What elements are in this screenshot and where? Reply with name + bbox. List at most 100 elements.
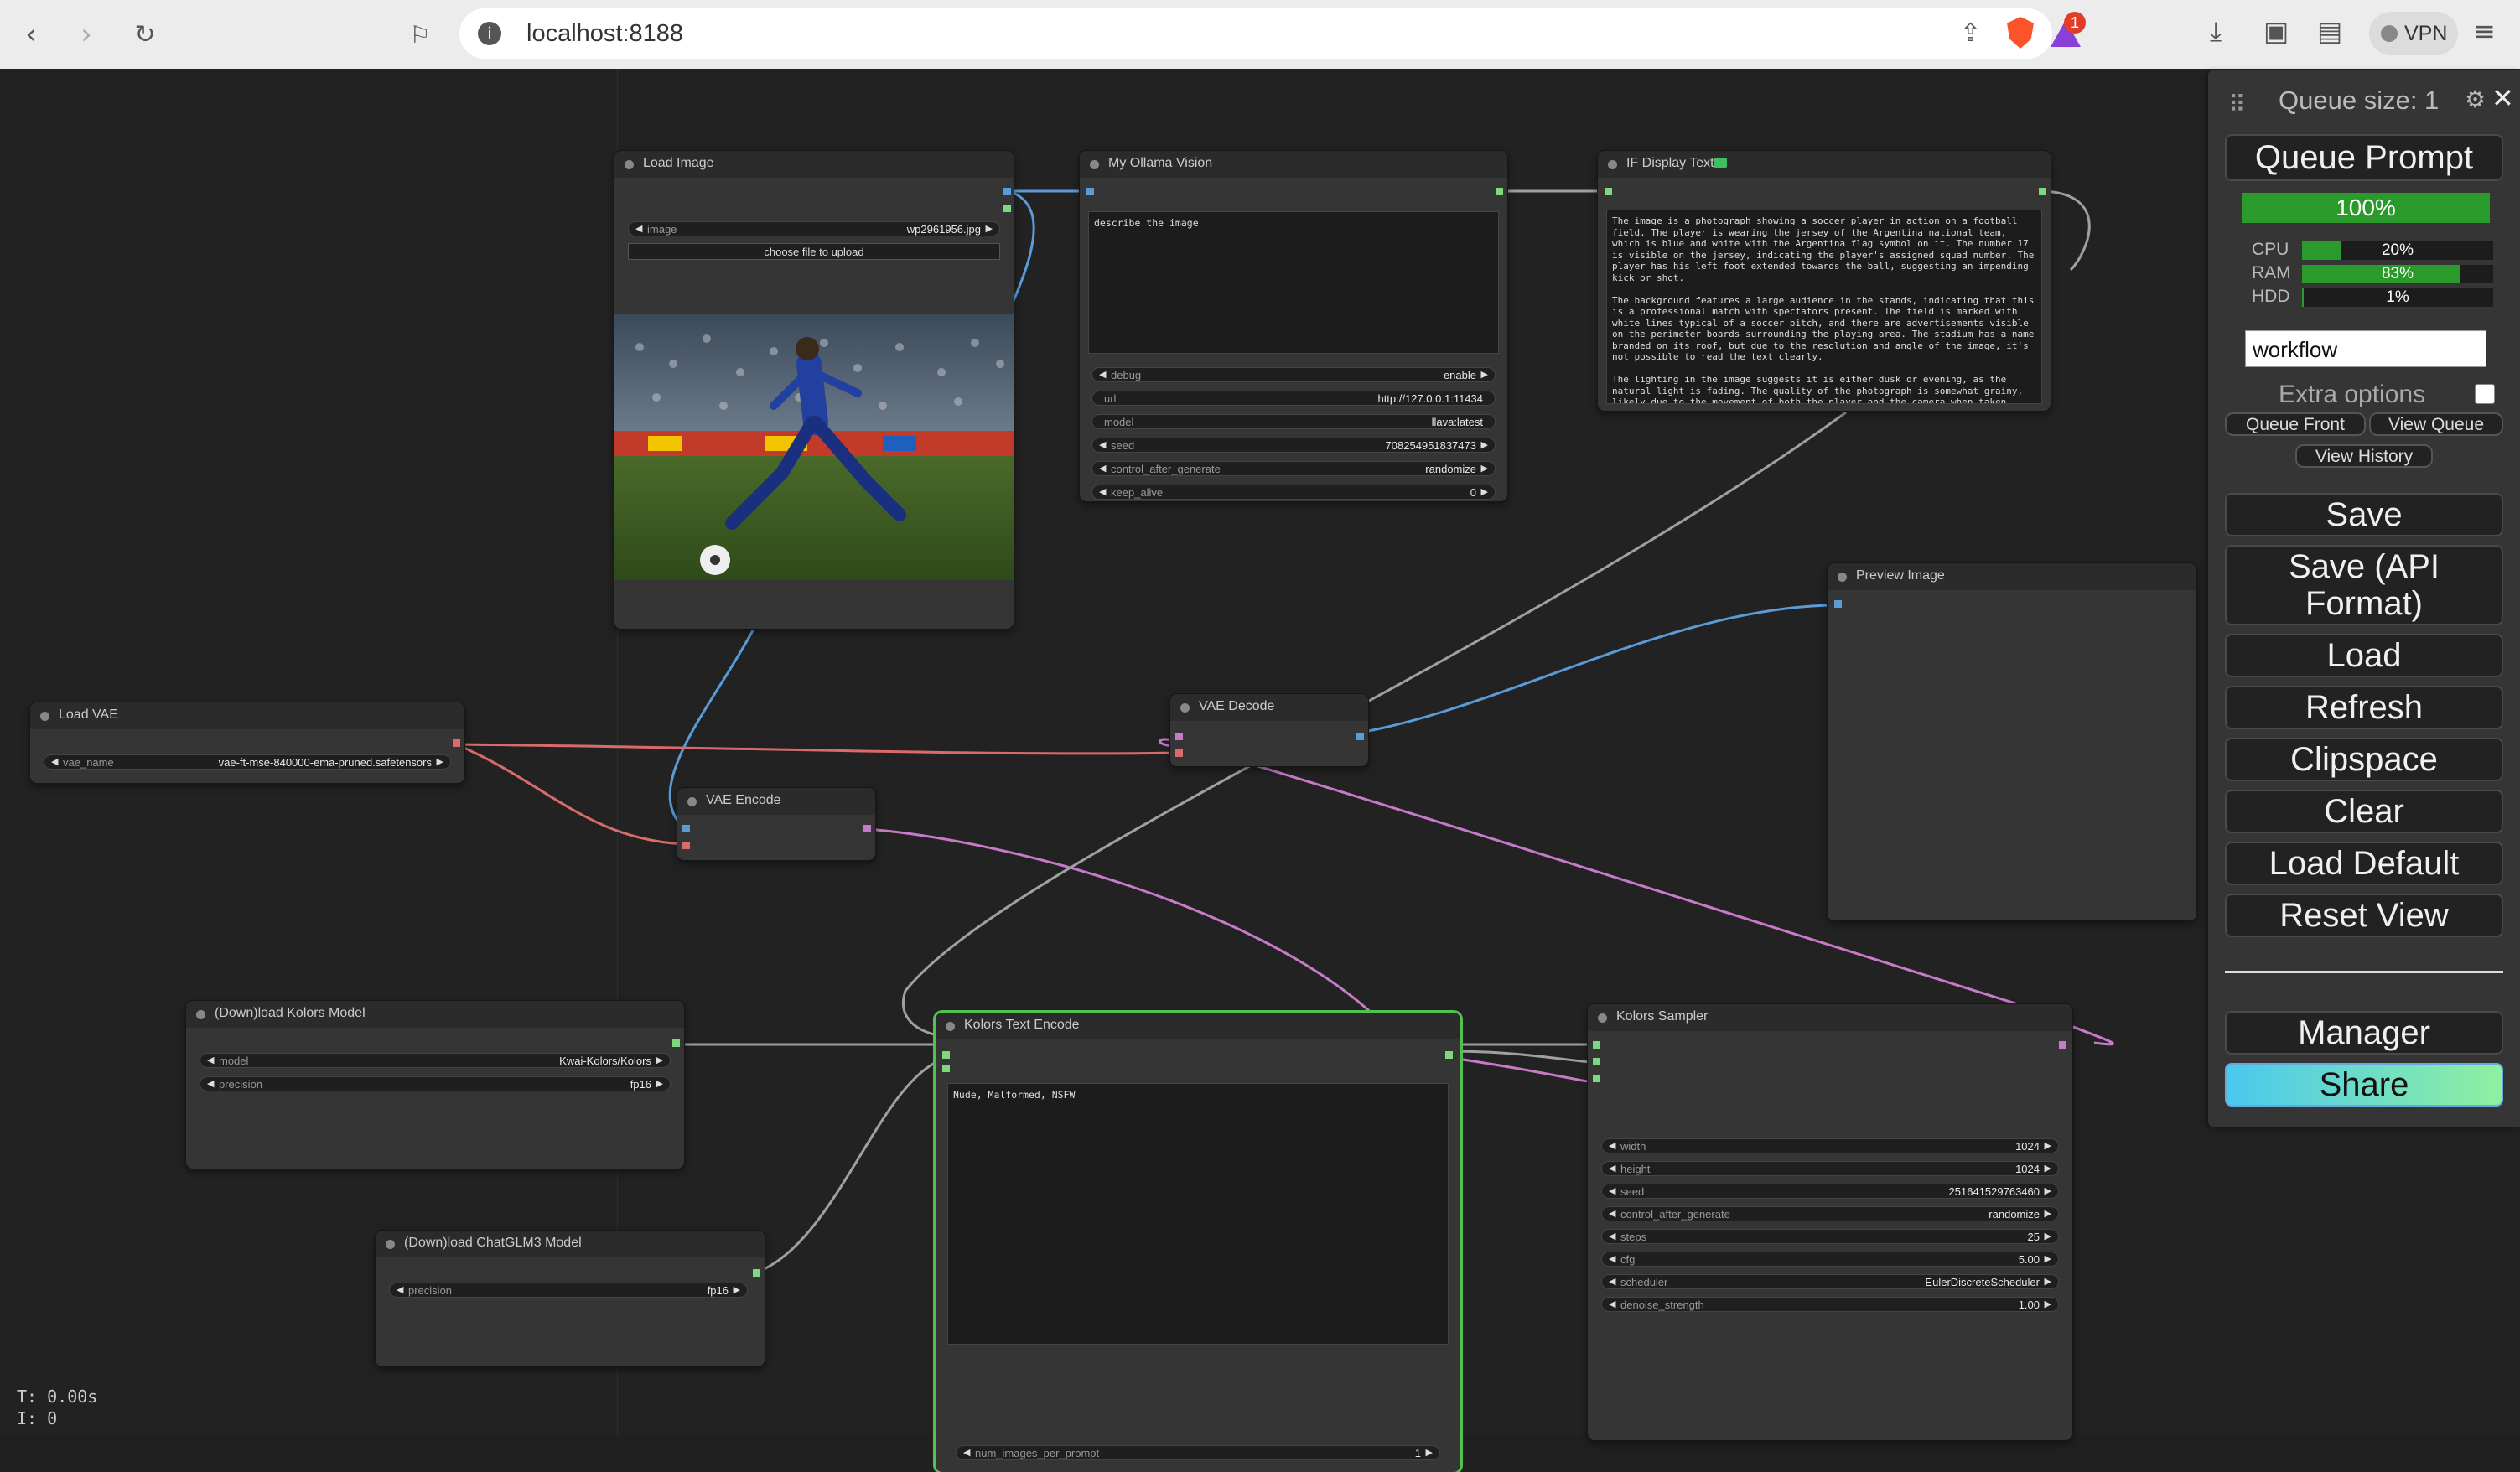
- node-kolors-sampler[interactable]: Kolors Sampler ◀ width 1024 ▶ ◀ height 1024 ▶ ◀ s…: [1588, 1004, 2072, 1440]
- node-title-bar[interactable]: Kolors Sampler: [1588, 1004, 2072, 1031]
- forward-icon[interactable]: ›: [67, 15, 106, 54]
- vpn-button[interactable]: VPN: [2369, 12, 2458, 55]
- gear-icon[interactable]: ⚙: [2465, 86, 2486, 113]
- info-icon[interactable]: i: [478, 22, 501, 45]
- node-title-bar[interactable]: Preview Image: [1828, 563, 2196, 590]
- node-display-text[interactable]: IF Display Text The image is a photograp…: [1598, 151, 2051, 411]
- refresh-button[interactable]: Refresh: [2225, 686, 2503, 729]
- node-title-bar[interactable]: My Ollama Vision: [1080, 151, 1507, 178]
- widget-5[interactable]: ◀ keep_alive 0 ▶: [1091, 485, 1496, 500]
- node-load-image[interactable]: Load Image ◀ image wp2961956.jpg ▶ choos…: [614, 151, 1014, 629]
- decrement-arrow-icon[interactable]: ◀: [1609, 1253, 1615, 1264]
- output-slot-embeds[interactable]: [1445, 1051, 1453, 1059]
- url-text[interactable]: localhost:8188: [526, 20, 683, 48]
- increment-arrow-icon[interactable]: ▶: [2045, 1253, 2051, 1264]
- node-title-bar[interactable]: VAE Decode: [1170, 694, 1368, 721]
- widget-3[interactable]: ◀ control_after_generate randomize ▶: [1601, 1206, 2059, 1221]
- widget-5[interactable]: ◀ cfg 5.00 ▶: [1601, 1252, 2059, 1267]
- decrement-arrow-icon[interactable]: ◀: [1609, 1163, 1615, 1174]
- clipspace-button[interactable]: Clipspace: [2225, 738, 2503, 781]
- increment-arrow-icon[interactable]: ▶: [1426, 1447, 1433, 1458]
- node-kolors-model[interactable]: (Down)load Kolors Model ◀ model Kwai-Kolor…: [186, 1001, 684, 1169]
- manager-button[interactable]: Manager: [2225, 1011, 2503, 1055]
- graph-canvas[interactable]: Load Image ◀ image wp2961956.jpg ▶ choos…: [0, 69, 2520, 1472]
- display-textarea[interactable]: The image is a photograph showing a socc…: [1606, 210, 2042, 404]
- input-slot-chatglm3-model[interactable]: [942, 1051, 950, 1059]
- increment-arrow-icon[interactable]: ▶: [1481, 486, 1488, 497]
- save-button[interactable]: Save: [2225, 493, 2503, 536]
- decrement-arrow-icon[interactable]: ◀: [1609, 1185, 1615, 1196]
- node-collapse-dot[interactable]: [40, 712, 49, 721]
- widget-precision[interactable]: ◀ precision fp16 ▶: [389, 1283, 748, 1298]
- increment-arrow-icon[interactable]: ▶: [2045, 1140, 2051, 1151]
- increment-arrow-icon[interactable]: ▶: [1481, 463, 1488, 474]
- decrement-arrow-icon[interactable]: ◀: [1609, 1276, 1615, 1287]
- increment-arrow-icon[interactable]: ▶: [1481, 439, 1488, 450]
- decrement-arrow-icon[interactable]: ◀: [207, 1055, 214, 1065]
- increment-arrow-icon[interactable]: ▶: [986, 223, 993, 234]
- node-collapse-dot[interactable]: [196, 1010, 205, 1019]
- upload-button[interactable]: choose file to upload: [628, 243, 1000, 260]
- node-title-bar[interactable]: Load Image: [614, 151, 1014, 178]
- node-collapse-dot[interactable]: [1090, 160, 1099, 169]
- bookmark-icon[interactable]: ⚐: [401, 15, 439, 54]
- load-default-button[interactable]: Load Default: [2225, 842, 2503, 885]
- output-slot-latent[interactable]: [863, 825, 871, 832]
- decrement-arrow-icon[interactable]: ◀: [1609, 1140, 1615, 1151]
- reset-view-button[interactable]: Reset View: [2225, 894, 2503, 937]
- node-title-bar[interactable]: Kolors Text Encode: [936, 1013, 1460, 1039]
- node-vae-encode[interactable]: VAE Encode: [677, 788, 875, 860]
- node-title-bar[interactable]: VAE Encode: [677, 788, 875, 815]
- input-slot-kolors-model[interactable]: [1593, 1041, 1600, 1049]
- node-ollama-vision[interactable]: My Ollama Vision describe the image ◀ deb…: [1080, 151, 1507, 501]
- node-collapse-dot[interactable]: [386, 1240, 395, 1249]
- node-title-bar[interactable]: Load VAE: [30, 702, 464, 729]
- decrement-arrow-icon[interactable]: ◀: [1609, 1298, 1615, 1309]
- increment-arrow-icon[interactable]: ▶: [2045, 1185, 2051, 1196]
- increment-arrow-icon[interactable]: ▶: [656, 1055, 663, 1065]
- decrement-arrow-icon[interactable]: ◀: [1609, 1208, 1615, 1219]
- output-slot-image[interactable]: [1003, 188, 1011, 195]
- input-slot-vae[interactable]: [1175, 749, 1183, 757]
- increment-arrow-icon[interactable]: ▶: [2045, 1276, 2051, 1287]
- view-history-button[interactable]: View History: [2295, 444, 2433, 468]
- widget-0[interactable]: ◀ width 1024 ▶: [1601, 1138, 2059, 1153]
- drag-handle-icon[interactable]: ⠿: [2228, 91, 2246, 118]
- node-title-bar[interactable]: IF Display Text: [1598, 151, 2051, 178]
- decrement-arrow-icon[interactable]: ◀: [1099, 486, 1106, 497]
- decrement-arrow-icon[interactable]: ◀: [1099, 369, 1106, 380]
- decrement-arrow-icon[interactable]: ◀: [397, 1284, 403, 1295]
- output-slot-vae[interactable]: [453, 739, 460, 747]
- menu-icon[interactable]: ≡: [2473, 15, 2496, 47]
- input-slot-negative[interactable]: [1593, 1075, 1600, 1082]
- output-slot-kolors-model[interactable]: [672, 1039, 680, 1047]
- widget-image[interactable]: ◀ image wp2961956.jpg ▶: [628, 221, 1000, 236]
- node-preview-image[interactable]: Preview Image: [1828, 563, 2196, 920]
- node-collapse-dot[interactable]: [1608, 160, 1617, 169]
- increment-arrow-icon[interactable]: ▶: [2045, 1298, 2051, 1309]
- input-slot-text[interactable]: [1605, 188, 1612, 195]
- node-collapse-dot[interactable]: [946, 1022, 955, 1031]
- increment-arrow-icon[interactable]: ▶: [656, 1078, 663, 1089]
- wallet-icon[interactable]: ▤: [2317, 15, 2342, 47]
- widget-num-images-per-prompt[interactable]: ◀ num_images_per_prompt 1 ▶: [956, 1445, 1440, 1460]
- back-icon[interactable]: ‹: [12, 15, 50, 54]
- workflow-name-input[interactable]: workflow: [2245, 330, 2486, 367]
- sidebar-icon[interactable]: ▣: [2263, 15, 2289, 47]
- node-load-vae[interactable]: Load VAE ◀ vae_name vae-ft-mse-840000-em…: [30, 702, 464, 783]
- input-slot-samples[interactable]: [1175, 733, 1183, 740]
- output-slot-mask[interactable]: [1003, 205, 1011, 212]
- input-slot-prompt[interactable]: [942, 1065, 950, 1072]
- increment-arrow-icon[interactable]: ▶: [1481, 369, 1488, 380]
- share-button[interactable]: Share: [2225, 1063, 2503, 1107]
- load-button[interactable]: Load: [2225, 634, 2503, 677]
- output-slot-text[interactable]: [2039, 188, 2046, 195]
- widget-1[interactable]: ◀ precision fp16 ▶: [200, 1076, 671, 1091]
- widget-6[interactable]: ◀ scheduler EulerDiscreteScheduler ▶: [1601, 1274, 2059, 1289]
- view-queue-button[interactable]: View Queue: [2369, 412, 2503, 436]
- widget-vae-name[interactable]: ◀ vae_name vae-ft-mse-840000-ema-pruned.…: [44, 754, 451, 770]
- increment-arrow-icon[interactable]: ▶: [2045, 1163, 2051, 1174]
- widget-1[interactable]: ◀ height 1024 ▶: [1601, 1161, 2059, 1176]
- queue-prompt-button[interactable]: Queue Prompt: [2225, 134, 2503, 181]
- increment-arrow-icon[interactable]: ▶: [2045, 1208, 2051, 1219]
